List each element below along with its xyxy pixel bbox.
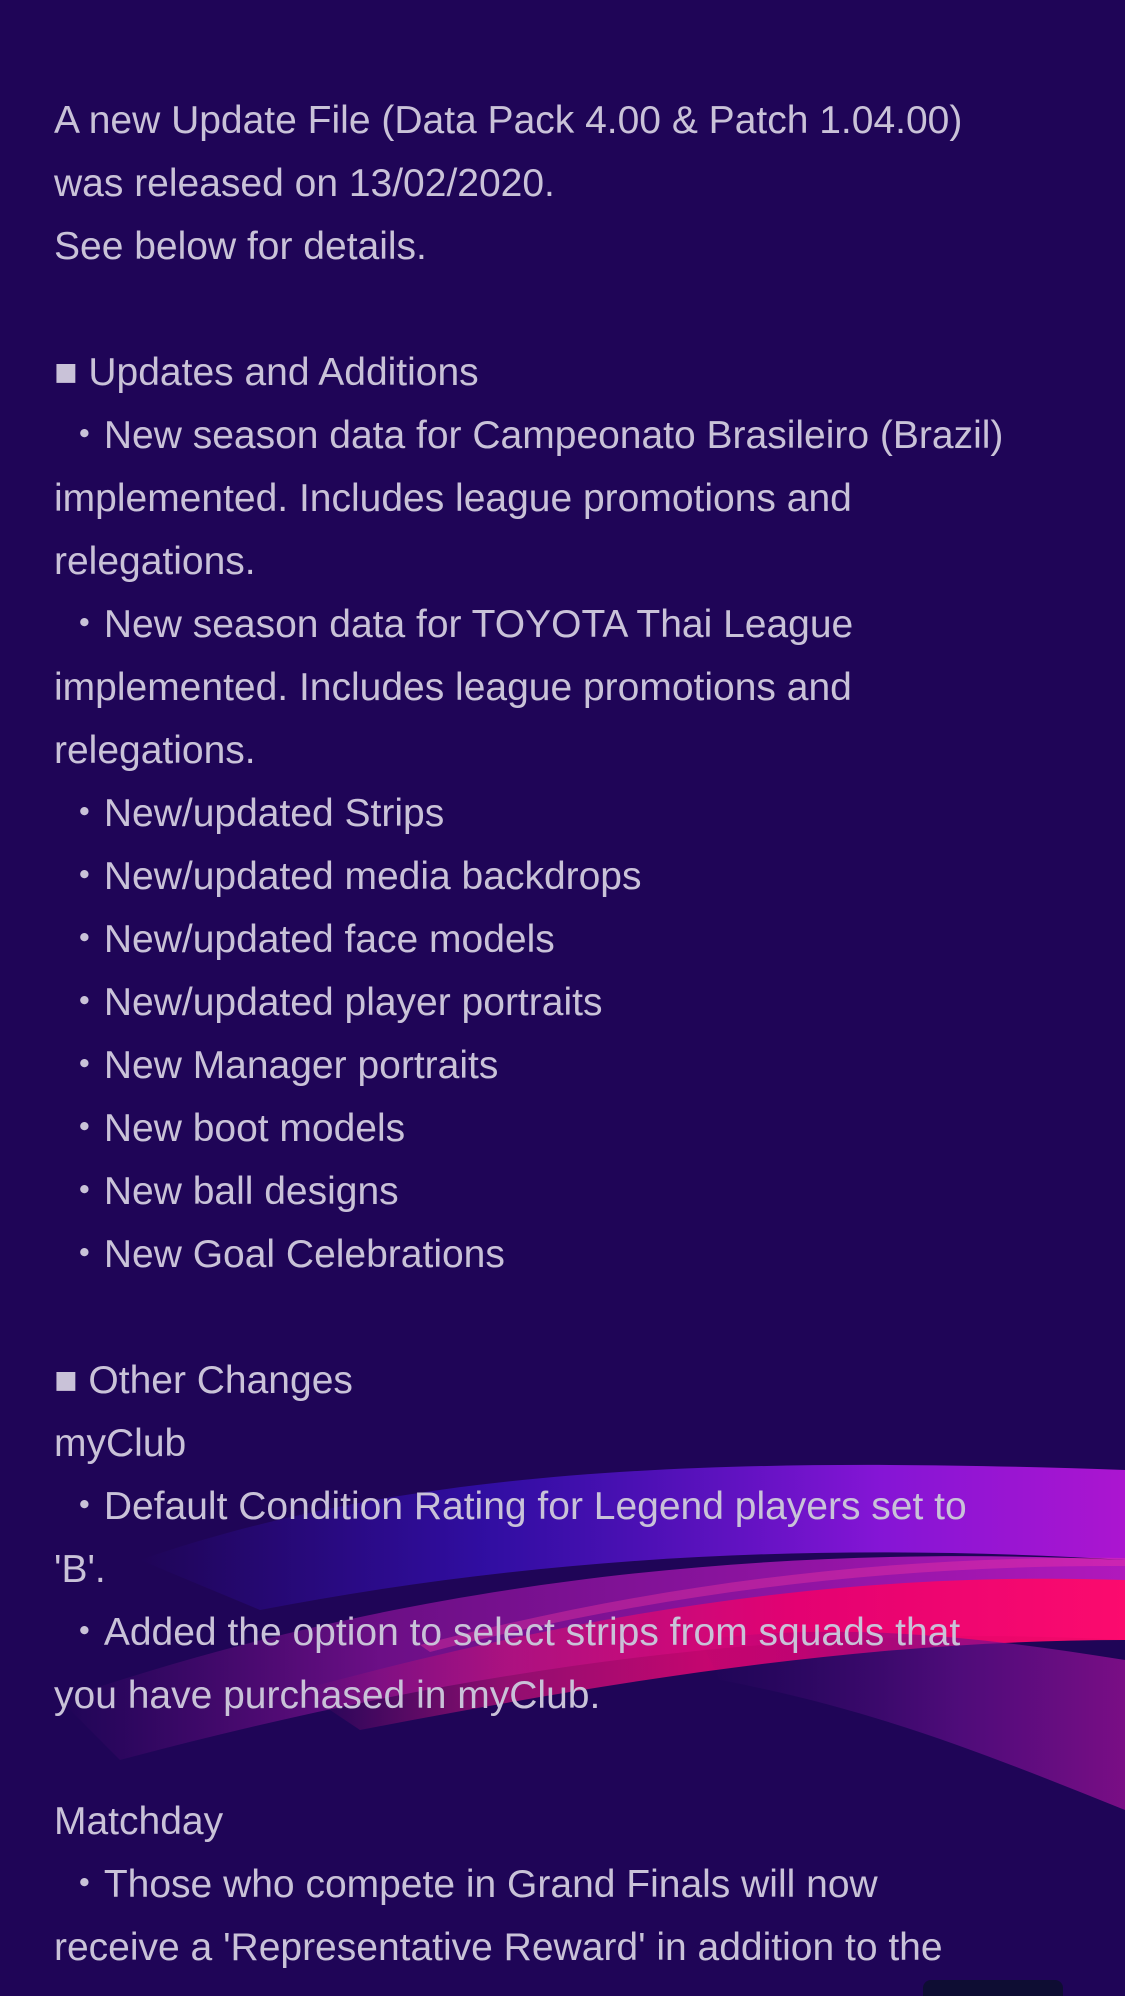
bottom-panel-edge <box>923 1980 1063 1996</box>
other-changes-heading: ■ Other Changes <box>54 1359 353 1402</box>
updates-line: ・New/updated Strips <box>54 792 445 835</box>
updates-line: ・New boot models <box>54 1107 406 1150</box>
updates-line: ・New/updated player portraits <box>54 981 603 1024</box>
updates-line: implemented. Includes league promotions … <box>54 477 852 520</box>
update-notes: A new Update File (Data Pack 4.00 & Patc… <box>54 89 1094 1979</box>
myclub-line: you have purchased in myClub. <box>54 1674 601 1717</box>
matchday-line: receive a 'Representative Reward' in add… <box>54 1926 943 1969</box>
myclub-line: ・Added the option to select strips from … <box>54 1611 961 1654</box>
myclub-line: 'B'. <box>54 1548 106 1591</box>
updates-line: ・New season data for TOYOTA Thai League <box>54 603 854 646</box>
updates-line: ・New Manager portraits <box>54 1044 499 1087</box>
intro-line-1: A new Update File (Data Pack 4.00 & Patc… <box>54 99 963 142</box>
updates-line: relegations. <box>54 729 256 772</box>
updates-heading: ■ Updates and Additions <box>54 351 479 394</box>
intro-line-2: was released on 13/02/2020. <box>54 162 555 205</box>
updates-line: implemented. Includes league promotions … <box>54 666 852 709</box>
updates-line: ・New/updated media backdrops <box>54 855 642 898</box>
updates-line: ・New ball designs <box>54 1170 399 1213</box>
matchday-title: Matchday <box>54 1800 224 1843</box>
intro-line-3: See below for details. <box>54 225 427 268</box>
matchday-line: ・Those who compete in Grand Finals will … <box>54 1863 878 1906</box>
updates-line: ・New/updated face models <box>54 918 555 961</box>
myclub-title: myClub <box>54 1422 187 1465</box>
updates-line: ・New season data for Campeonato Brasilei… <box>54 414 1004 457</box>
updates-line: relegations. <box>54 540 256 583</box>
updates-line: ・New Goal Celebrations <box>54 1233 505 1276</box>
myclub-line: ・Default Condition Rating for Legend pla… <box>54 1485 967 1528</box>
